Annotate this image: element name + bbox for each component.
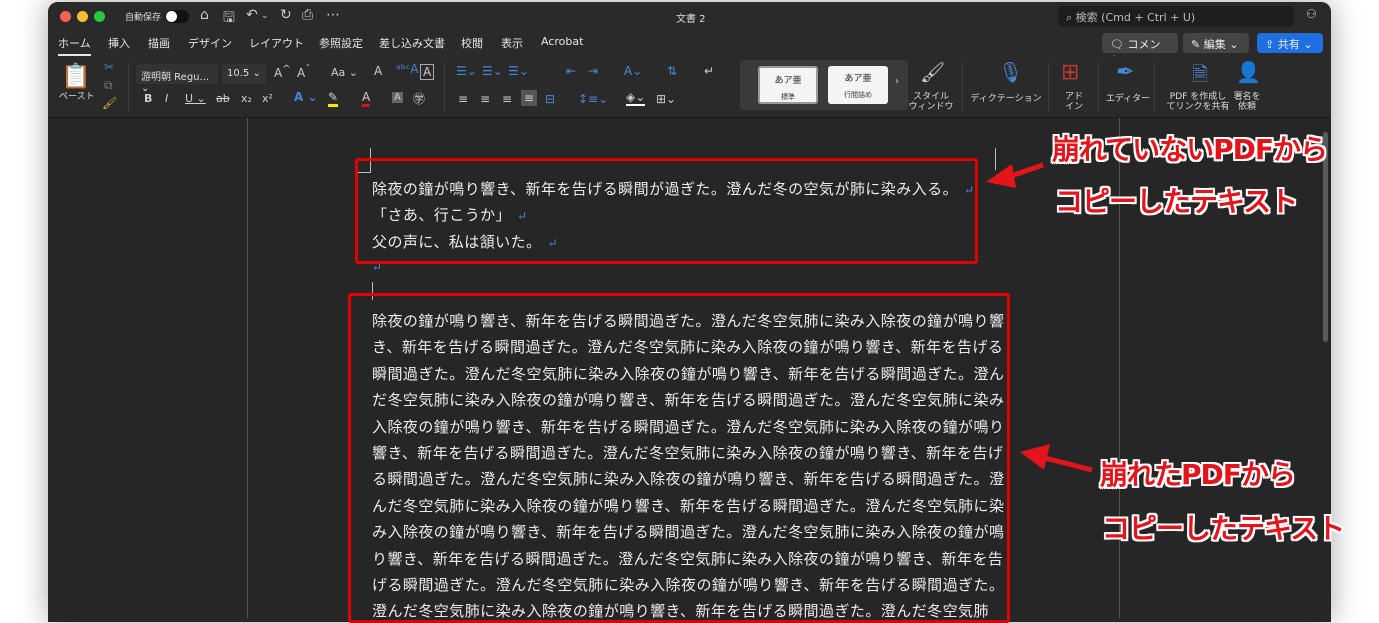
- arrow-icon: [986, 162, 1044, 188]
- annotation-intact-line1: 崩れていないPDFから: [1052, 133, 1328, 166]
- annotation-broken-line2: コピーしたテキスト: [1102, 512, 1345, 545]
- annotation-broken-line1: 崩れたPDFから: [1100, 458, 1296, 491]
- arrow-icon: [1020, 444, 1093, 473]
- annotation-intact-line2: コピーしたテキスト: [1055, 185, 1298, 218]
